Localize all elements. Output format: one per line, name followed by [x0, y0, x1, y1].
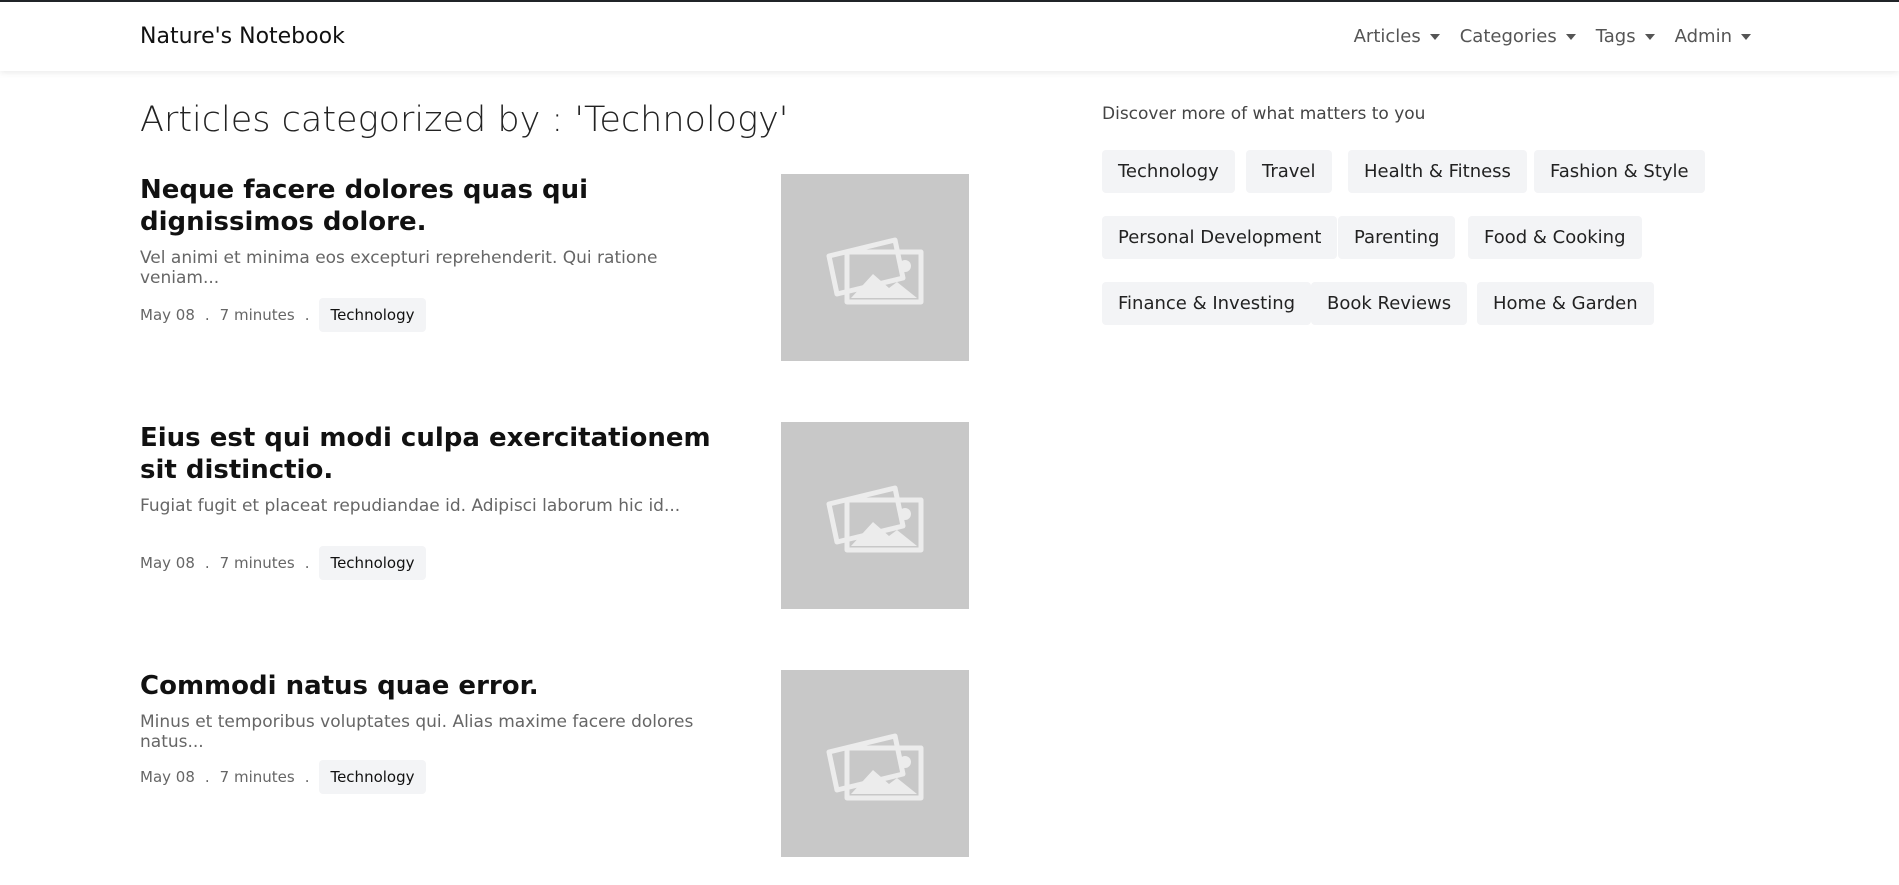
- sidebar-heading: Discover more of what matters to you: [1102, 104, 1426, 124]
- article-date: May 08: [140, 554, 195, 572]
- nav-categories-label: Categories: [1459, 26, 1557, 47]
- article-thumbnail[interactable]: [781, 174, 969, 361]
- category-tag-finance-investing[interactable]: Finance & Investing: [1102, 282, 1312, 325]
- image-placeholder-icon: [826, 733, 924, 800]
- page-title: Articles categorized by : 'Technology': [140, 100, 789, 140]
- article-category-badge[interactable]: Technology: [319, 760, 426, 794]
- meta-separator: .: [204, 306, 210, 324]
- category-tag-book-reviews[interactable]: Book Reviews: [1311, 282, 1468, 325]
- article-meta: May 08 . 7 minutes . Technology: [140, 298, 426, 332]
- article-thumbnail[interactable]: [781, 422, 969, 609]
- article-read-time: 7 minutes: [219, 306, 295, 324]
- article-card: Eius est qui modi culpa exercitationem s…: [140, 422, 970, 609]
- category-tag-travel[interactable]: Travel: [1246, 150, 1332, 193]
- article-title[interactable]: Neque facere dolores quas qui dignissimo…: [140, 174, 730, 238]
- nav-admin-dropdown[interactable]: Admin: [1675, 26, 1751, 47]
- article-read-time: 7 minutes: [219, 768, 295, 786]
- article-date: May 08: [140, 306, 195, 324]
- category-tag-parenting[interactable]: Parenting: [1338, 216, 1456, 259]
- article-thumbnail[interactable]: [781, 670, 969, 857]
- nav-tags-dropdown[interactable]: Tags: [1596, 26, 1655, 47]
- caret-down-icon: [1429, 33, 1440, 40]
- image-placeholder-icon: [826, 237, 924, 304]
- article-read-time: 7 minutes: [219, 554, 295, 572]
- article-excerpt: Minus et temporibus voluptates qui. Alia…: [140, 712, 694, 752]
- category-tag-personal-development[interactable]: Personal Development: [1102, 216, 1338, 259]
- meta-separator: .: [304, 768, 310, 786]
- brand-logo[interactable]: Nature's Notebook: [140, 24, 345, 49]
- image-placeholder-icon: [826, 485, 924, 552]
- nav-tags-label: Tags: [1595, 26, 1636, 47]
- nav-categories-dropdown[interactable]: Categories: [1460, 26, 1576, 47]
- article-card: Neque facere dolores quas qui dignissimo…: [140, 174, 970, 361]
- category-tag-food-cooking[interactable]: Food & Cooking: [1468, 216, 1642, 259]
- article-title[interactable]: Eius est qui modi culpa exercitationem s…: [140, 422, 730, 486]
- nav-articles-dropdown[interactable]: Articles: [1354, 26, 1440, 47]
- caret-down-icon: [1644, 33, 1655, 40]
- nav-admin-label: Admin: [1674, 26, 1732, 47]
- article-title[interactable]: Commodi natus quae error.: [140, 670, 730, 702]
- caret-down-icon: [1741, 33, 1751, 40]
- category-tag-fashion-style[interactable]: Fashion & Style: [1534, 150, 1705, 193]
- meta-separator: .: [304, 306, 310, 324]
- nav-menu: Articles Categories Tags Admin: [1334, 26, 1751, 47]
- article-category-badge[interactable]: Technology: [319, 546, 426, 580]
- meta-separator: .: [204, 768, 210, 786]
- article-date: May 08: [140, 768, 195, 786]
- category-tag-health-fitness[interactable]: Health & Fitness: [1348, 150, 1527, 193]
- article-category-badge[interactable]: Technology: [319, 298, 426, 332]
- article-meta: May 08 . 7 minutes . Technology: [140, 760, 426, 794]
- category-tag-technology[interactable]: Technology: [1102, 150, 1235, 193]
- category-tag-home-garden[interactable]: Home & Garden: [1477, 282, 1654, 325]
- article-card: Commodi natus quae error. Minus et tempo…: [140, 670, 970, 857]
- nav-articles-label: Articles: [1353, 26, 1421, 47]
- meta-separator: .: [204, 554, 210, 572]
- article-excerpt: Vel animi et minima eos excepturi repreh…: [140, 248, 658, 288]
- article-excerpt: Fugiat fugit et placeat repudiandae id. …: [140, 496, 681, 516]
- article-meta: May 08 . 7 minutes . Technology: [140, 546, 426, 580]
- meta-separator: .: [304, 554, 310, 572]
- navbar: Nature's Notebook Articles Categories Ta…: [0, 2, 1899, 71]
- caret-down-icon: [1565, 33, 1576, 40]
